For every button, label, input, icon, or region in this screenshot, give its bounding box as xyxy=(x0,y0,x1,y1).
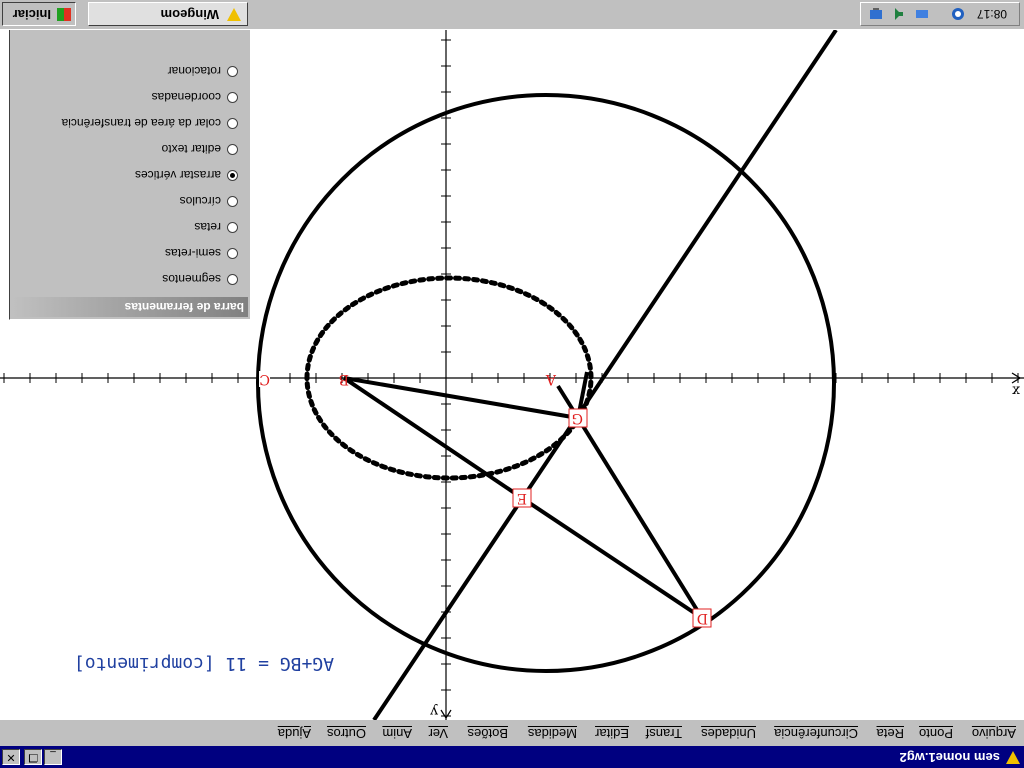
segment-b-g[interactable] xyxy=(343,376,579,420)
radio-icon[interactable] xyxy=(227,118,238,129)
menu-editar[interactable]: Editar xyxy=(595,726,629,741)
menu-ponto[interactable]: Ponto xyxy=(919,726,953,741)
radio-label: segmentos xyxy=(162,272,221,286)
minimize-button[interactable]: _ xyxy=(44,749,62,765)
radio-icon[interactable] xyxy=(227,222,238,233)
radio-circulos[interactable]: círculos xyxy=(180,194,238,208)
window-title: sem nome1.wg2 xyxy=(899,750,1000,765)
toolbar-title-bar[interactable]: barra de ferramentas xyxy=(12,297,248,317)
point-label-d: D xyxy=(696,610,708,626)
radio-label: editar texto xyxy=(161,142,221,156)
radio-editar-texto[interactable]: editar texto xyxy=(162,142,238,156)
radio-icon[interactable] xyxy=(227,274,238,285)
radio-label: rotacionar xyxy=(167,64,221,78)
windows-logo-icon xyxy=(57,8,71,21)
menu-circunferencia[interactable]: Circunferência xyxy=(774,726,858,741)
toolbar-panel: barra de ferramentas segmentos semi-reta… xyxy=(9,0,251,320)
menu-medidas[interactable]: Medidas xyxy=(528,726,577,741)
network-icon[interactable] xyxy=(915,7,929,21)
radio-segmentos[interactable]: segmentos xyxy=(162,272,238,286)
wingeom-triangle-icon xyxy=(227,8,241,21)
geometry-canvas[interactable]: x y A B C D E G AG+BG = 11 [comprimento]… xyxy=(0,0,1024,720)
start-label: Iniciar xyxy=(12,7,51,22)
radio-label: colar da área de transferência xyxy=(61,116,221,130)
radio-icon[interactable] xyxy=(227,66,238,77)
point-label-a: A xyxy=(545,371,556,387)
radio-icon[interactable] xyxy=(227,248,238,259)
taskbar-wingeom-label: Wingeom xyxy=(160,7,219,22)
point-markers xyxy=(512,408,712,628)
radio-coordenadas[interactable]: coordenadas xyxy=(152,90,238,104)
point-label-e: E xyxy=(516,490,527,506)
radio-arrastar-vertices[interactable]: arrastar vértices xyxy=(135,168,238,182)
window-titlebar[interactable]: sem nome1.wg2 _ ❐ ✕ xyxy=(0,746,1024,768)
segment-b-e[interactable] xyxy=(342,376,524,500)
taskbar-wingeom-button[interactable]: Wingeom xyxy=(88,2,248,26)
segment-g-d[interactable] xyxy=(576,416,704,620)
axis-label-x: x xyxy=(1012,382,1020,398)
radio-icon[interactable] xyxy=(227,144,238,155)
toolbar-title: barra de ferramentas xyxy=(124,300,244,314)
desktop-icon[interactable] xyxy=(869,7,883,21)
radio-icon-selected[interactable] xyxy=(227,170,238,181)
radio-label: coordenadas xyxy=(151,90,221,104)
wingeom-triangle-icon xyxy=(1006,751,1020,764)
menu-ajuda[interactable]: Ajuda xyxy=(278,726,311,741)
menu-reta[interactable]: Reta xyxy=(877,726,904,741)
line-through-g-e[interactable] xyxy=(372,30,838,720)
menu-ver[interactable]: Ver xyxy=(428,726,448,741)
radio-label: semi-retas xyxy=(164,246,221,260)
radio-rotacionar[interactable]: rotacionar xyxy=(168,64,238,78)
segment-e-d[interactable] xyxy=(520,496,704,620)
clock: 08:17 xyxy=(976,7,1007,21)
menu-unidades[interactable]: Unidades xyxy=(701,726,756,741)
radio-retas[interactable]: retas xyxy=(194,220,238,234)
system-tray: 08:17 xyxy=(860,2,1020,26)
point-label-c: C xyxy=(259,371,270,387)
radio-label: retas xyxy=(194,220,221,234)
radio-semi-retas[interactable]: semi-retas xyxy=(165,246,238,260)
point-label-b: B xyxy=(338,371,349,387)
menu-transf[interactable]: Transf xyxy=(646,726,682,741)
menu-anim[interactable]: Anim xyxy=(382,726,412,741)
radio-colar-area-transferencia[interactable]: colar da área de transferência xyxy=(62,116,238,130)
close-button[interactable]: ✕ xyxy=(2,749,20,765)
radio-icon[interactable] xyxy=(227,196,238,207)
volume-icon[interactable] xyxy=(891,7,905,21)
menu-bar: Arquivo Ponto Reta Circunferência Unidad… xyxy=(0,719,1024,746)
restore-button[interactable]: ❐ xyxy=(24,749,42,765)
screen: sem nome1.wg2 _ ❐ ✕ Arquivo Ponto Reta C… xyxy=(0,0,1024,768)
radio-label: arrastar vértices xyxy=(134,168,221,182)
menu-arquivo[interactable]: Arquivo xyxy=(972,726,1016,741)
radio-icon[interactable] xyxy=(227,92,238,103)
point-label-g: G xyxy=(571,410,583,426)
taskbar: 08:17 Wingeom Iniciar xyxy=(0,0,1024,30)
menu-outros[interactable]: Outros xyxy=(327,726,366,741)
menu-botoes[interactable]: Botões xyxy=(468,726,508,741)
measurement-formula: AG+BG = 11 [comprimento] xyxy=(73,653,334,674)
axis-label-y: y xyxy=(430,703,438,719)
radio-label: círculos xyxy=(179,194,221,208)
ie-icon[interactable] xyxy=(951,7,965,21)
start-button[interactable]: Iniciar xyxy=(2,2,76,26)
